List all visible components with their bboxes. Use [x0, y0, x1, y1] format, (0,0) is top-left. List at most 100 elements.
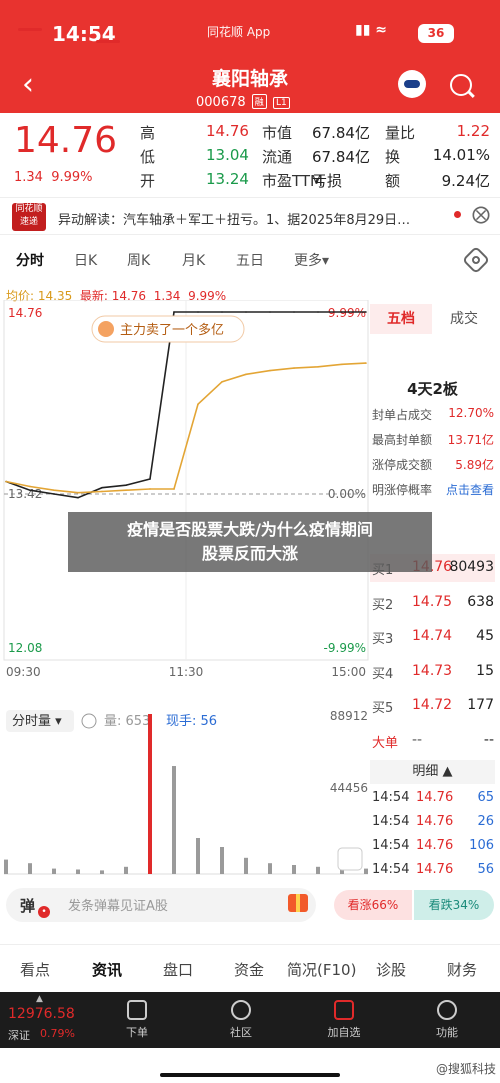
nav-functions[interactable]: 功能	[417, 1000, 477, 1040]
home-indicator[interactable]	[160, 1073, 340, 1077]
price-point	[269, 311, 271, 313]
price-point	[269, 369, 271, 372]
volume-label: 量: 653	[104, 714, 150, 729]
nav-add-watch[interactable]: 加自选	[314, 1000, 374, 1040]
limit-stat-value: 5.89亿	[455, 458, 494, 472]
info-tab[interactable]: 资讯	[92, 959, 122, 980]
vote-bearish-button[interactable]: 看跌34%	[414, 890, 494, 920]
order-icon	[127, 1000, 147, 1020]
chart-tab[interactable]: 更多▾	[294, 250, 329, 270]
tab-five-levels[interactable]: 五档	[370, 304, 432, 334]
quote-value: 14.01%	[432, 146, 490, 164]
price-point	[77, 496, 79, 499]
limit-stat-label: 封单占成交	[372, 408, 433, 422]
trade-row: 14:54 14.76 65	[372, 790, 494, 805]
bid-row[interactable]: 买4 14.73 15	[372, 663, 494, 682]
info-tab[interactable]: 看点	[20, 959, 50, 980]
volume-bar	[268, 863, 272, 874]
trade-time: 14:54	[372, 790, 410, 805]
bid-row[interactable]: 买2 14.75 638	[372, 594, 494, 613]
news-bar[interactable]: 同花顺速递 异动解读：汽车轴承＋军工＋扭亏。1、据2025年8月29日… ⨂	[0, 197, 500, 235]
limit-stat-row[interactable]: 明涨停概率 点击查看	[372, 481, 494, 498]
volume-bar	[172, 766, 176, 874]
battery-icon: 36	[418, 24, 454, 43]
trade-row: 14:54 14.76 26	[372, 814, 494, 829]
volume-bar	[244, 857, 248, 874]
price-point	[221, 311, 223, 313]
info-tab[interactable]: 资金	[234, 959, 264, 980]
price-point	[197, 311, 199, 313]
quote-value: 亏损	[312, 172, 343, 190]
side-tabs: 五档 成交	[370, 304, 495, 334]
price-point	[293, 311, 295, 313]
danmu-dot-icon: •	[38, 906, 50, 918]
annotation-text: 主力卖了一个多亿	[120, 322, 224, 338]
bid-qty: 177	[467, 697, 494, 713]
intraday-chart[interactable]: 14.76 13.42 12.08 9.99% 0.00% -9.99% 主力卖…	[0, 300, 372, 890]
quote-value: 9.24亿	[441, 172, 490, 190]
limit-stat-row: 涨停成交额 5.89亿	[372, 456, 494, 473]
index-expand-icon[interactable]: ▲	[36, 994, 43, 1004]
price-point	[149, 478, 151, 480]
chart-tab[interactable]: 日K	[74, 250, 97, 270]
quote-label: 开	[140, 172, 156, 190]
quote-value: 13.04	[206, 146, 249, 164]
tab-trades[interactable]: 成交	[433, 304, 495, 334]
banner-line-1: 疫情是否股票大跌/为什么疫情期间	[127, 520, 373, 539]
price-point	[149, 488, 151, 490]
status-app-label: 同花顺 App	[207, 25, 271, 39]
index-label: 深证	[8, 1029, 30, 1042]
nav-order-label: 下单	[126, 1026, 148, 1039]
detail-header[interactable]: 明细 ▲	[370, 760, 495, 784]
banner-line-2: 股票反而大涨	[201, 544, 298, 563]
info-icon[interactable]	[81, 713, 97, 729]
info-tab[interactable]: 简况(F10)	[287, 959, 356, 980]
quote-value: 13.24	[206, 170, 249, 188]
nav-community[interactable]: 社区	[211, 1000, 271, 1040]
chart-tab[interactable]: 分时	[16, 250, 44, 270]
danmu-badge[interactable]: 弹	[20, 895, 35, 916]
limit-stat-label: 最高封单额	[372, 433, 433, 447]
news-text[interactable]: 异动解读：汽车轴承＋军工＋扭亏。1、据2025年8月29日…	[58, 209, 410, 228]
avatar	[98, 321, 114, 337]
bid-row[interactable]: 买5 14.72 177	[372, 697, 494, 716]
limit-stat-value[interactable]: 点击查看	[446, 481, 494, 498]
info-tab[interactable]: 盘口	[163, 959, 193, 980]
bid-qty: 638	[467, 593, 494, 610]
price-point	[5, 480, 7, 483]
pct-label-top: 9.99%	[328, 306, 366, 320]
info-tab[interactable]: 诊股	[376, 959, 406, 980]
bid-price: 14.72	[412, 697, 453, 713]
vote-bullish-button[interactable]: 看涨66%	[334, 890, 412, 920]
stock-code: 000678	[196, 95, 246, 110]
trade-qty: 65	[477, 790, 494, 805]
index-value[interactable]: 12976.58	[8, 1006, 75, 1022]
nav-order[interactable]: 下单	[107, 1000, 167, 1040]
news-logo: 同花顺速递	[12, 203, 46, 231]
close-icon[interactable]: ⨂	[472, 204, 490, 225]
chart-tab[interactable]: 周K	[127, 250, 150, 270]
price-point	[29, 489, 31, 492]
info-tab[interactable]: 财务	[447, 959, 477, 980]
price-point	[365, 362, 367, 364]
trade-time: 14:54	[372, 862, 410, 877]
bid-label: 买3	[372, 632, 394, 647]
bid-row[interactable]: 买3 14.74 45	[372, 628, 494, 647]
fullscreen-icon[interactable]	[337, 847, 363, 871]
bid-label: 买5	[372, 701, 394, 716]
volume-bar	[76, 869, 80, 874]
chart-tab[interactable]: 五日	[236, 250, 264, 270]
assistant-robot-icon[interactable]	[398, 70, 426, 98]
price-point	[29, 485, 31, 488]
plus-icon	[334, 1000, 354, 1020]
index-change: 0.79%	[40, 1027, 75, 1040]
info-tabs: 看点 资讯 盘口 资金 简况(F10) 诊股 财务	[0, 944, 500, 992]
stock-code-line: 000678 融 L1	[196, 94, 290, 110]
nav-functions-label: 功能	[436, 1026, 458, 1039]
search-icon[interactable]	[450, 74, 472, 96]
big-order-row: 大单 -- --	[372, 732, 494, 751]
quote-value: 1.22	[456, 122, 490, 140]
chart-tab[interactable]: 月K	[182, 250, 205, 270]
big-order-label: 大单	[372, 736, 399, 751]
gift-icon[interactable]	[288, 894, 308, 912]
